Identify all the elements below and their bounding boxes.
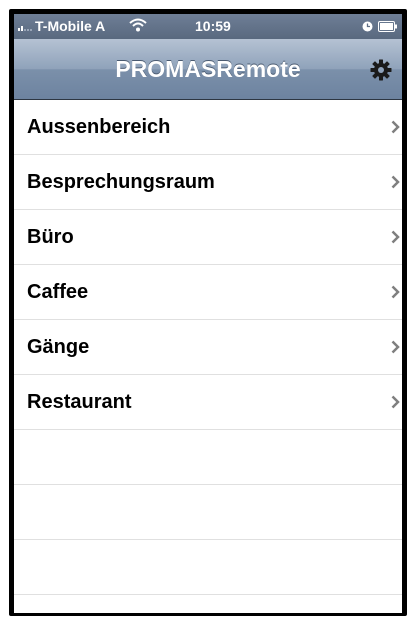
wifi-icon — [129, 18, 147, 32]
list-item-label: Caffee — [27, 281, 89, 303]
list-item-label: Restaurant — [27, 391, 132, 413]
list-item-restaurant[interactable]: Restaurant — [14, 375, 402, 430]
empty-row — [14, 430, 402, 485]
alarm-icon — [362, 21, 373, 32]
signal-bars-icon — [18, 23, 32, 31]
status-time: 10:59 — [195, 18, 231, 34]
list-item-besprechungsraum[interactable]: Besprechungsraum — [14, 155, 402, 210]
app-title: PROMASRemote — [115, 56, 301, 82]
room-list: Aussenbereich Besprechungsraum Büro Caff… — [14, 100, 402, 613]
empty-row — [14, 485, 402, 540]
chevron-right-icon — [391, 340, 400, 354]
status-bar: T-Mobile A 10:59 — [14, 14, 402, 39]
settings-button[interactable] — [370, 59, 392, 81]
chevron-right-icon — [391, 120, 400, 134]
list-item-aussenbereich[interactable]: Aussenbereich — [14, 100, 402, 155]
battery-icon — [378, 21, 397, 32]
empty-row — [14, 540, 402, 595]
navigation-bar: PROMASRemote — [14, 39, 402, 100]
empty-row — [14, 595, 402, 613]
list-item-gaenge[interactable]: Gänge — [14, 320, 402, 375]
gear-icon — [370, 59, 392, 81]
chevron-right-icon — [391, 175, 400, 189]
device-frame: T-Mobile A 10:59 PROMASRemote Aussenbere… — [9, 9, 407, 616]
carrier-name: T-Mobile A — [35, 18, 106, 34]
list-item-label: Gänge — [27, 336, 90, 358]
list-item-caffee[interactable]: Caffee — [14, 265, 402, 320]
screen: T-Mobile A 10:59 PROMASRemote Aussenbere… — [14, 14, 402, 613]
list-item-label: Besprechungsraum — [27, 171, 215, 193]
list-item-label: Büro — [27, 226, 74, 248]
list-item-buero[interactable]: Büro — [14, 210, 402, 265]
chevron-right-icon — [391, 285, 400, 299]
list-item-label: Aussenbereich — [27, 116, 171, 138]
chevron-right-icon — [391, 395, 400, 409]
chevron-right-icon — [391, 230, 400, 244]
